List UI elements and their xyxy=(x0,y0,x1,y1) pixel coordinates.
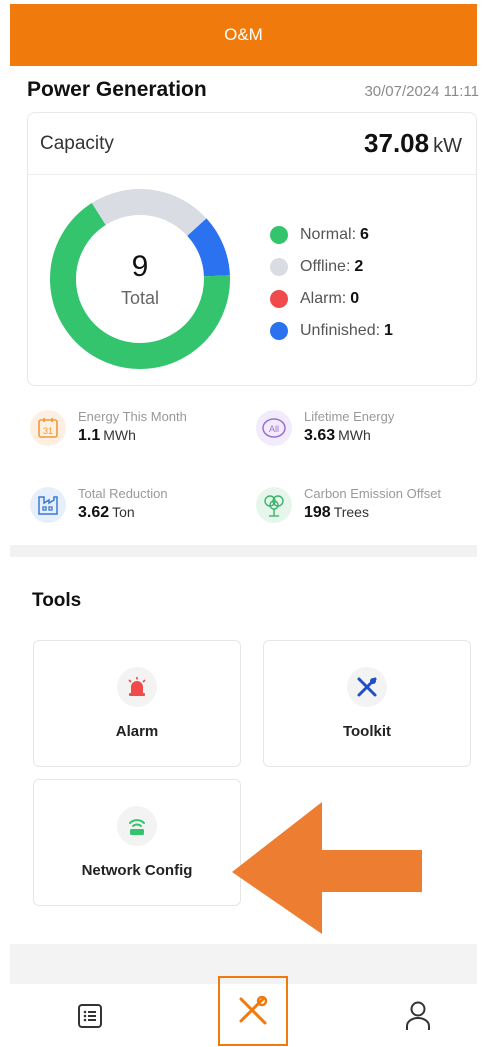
bottom-nav xyxy=(10,976,477,1047)
legend-unfinished-label: Unfinished: xyxy=(300,322,381,339)
nav-list-tab[interactable] xyxy=(60,984,120,1047)
alarm-dot xyxy=(270,290,288,308)
annotation-arrow xyxy=(232,802,422,934)
status-legend: Normal: 6 Offline: 2 Alarm: 0 Unfinished… xyxy=(270,219,393,347)
stat-carbon-label: Carbon Emission Offset xyxy=(304,486,442,501)
router-icon xyxy=(117,806,157,846)
nav-tools-tab[interactable] xyxy=(218,976,288,1046)
capacity-unit: kW xyxy=(433,135,462,157)
all-icon: All xyxy=(256,410,292,446)
power-generation-title: Power Generation xyxy=(27,78,207,101)
donut-center: 9 Total xyxy=(50,189,230,369)
normal-dot xyxy=(270,226,288,244)
legend-alarm-label: Alarm: xyxy=(300,290,347,307)
tools-title: Tools xyxy=(32,590,82,611)
stat-lifetime-label: Lifetime Energy xyxy=(304,409,395,424)
stat-energy-month-value: 1.1 MWh xyxy=(78,427,136,444)
stat-carbon-value: 198 Trees xyxy=(304,504,369,521)
power-generation-header: Power Generation 30/07/2024 11:11 xyxy=(27,78,479,102)
stat-energy-this-month: 31 Energy This Month 1.1 MWh xyxy=(30,408,187,446)
toolkit-tool-label: Toolkit xyxy=(342,723,392,740)
toolkit-icon xyxy=(347,667,387,707)
svg-text:All: All xyxy=(269,424,279,434)
legend-alarm-value: 0 xyxy=(350,290,360,307)
legend-normal-label: Normal: xyxy=(300,226,357,243)
capacity-value-group: 37.08 kW xyxy=(364,128,462,159)
nav-profile-tab[interactable] xyxy=(388,984,448,1047)
legend-unfinished-value: 1 xyxy=(384,322,393,339)
stat-reduction-label: Total Reduction xyxy=(78,486,168,501)
toolkit-tool-button[interactable]: Toolkit xyxy=(263,640,471,767)
svg-text:31: 31 xyxy=(43,426,53,436)
network-config-tool-label: Network Config xyxy=(81,862,193,879)
tree-icon xyxy=(256,487,292,523)
legend-normal-value: 6 xyxy=(360,226,369,243)
list-icon xyxy=(78,1003,102,1028)
total-count: 9 xyxy=(131,249,149,283)
app-header: O&M xyxy=(10,4,477,66)
legend-unfinished: Unfinished: 1 xyxy=(270,315,393,347)
legend-alarm: Alarm: 0 xyxy=(270,283,393,315)
legend-offline: Offline: 2 xyxy=(270,251,393,283)
alarm-tool-button[interactable]: Alarm xyxy=(33,640,241,767)
unfinished-dot xyxy=(270,322,288,340)
stat-energy-month-label: Energy This Month xyxy=(78,409,187,424)
offline-dot xyxy=(270,258,288,276)
power-generation-card[interactable]: Capacity 37.08 kW 9 Total Normal: 6 Offli… xyxy=(27,112,477,386)
capacity-label: Capacity xyxy=(40,132,114,154)
capacity-value: 37.08 xyxy=(364,128,430,158)
calendar-icon: 31 xyxy=(30,410,66,446)
stat-total-reduction: Total Reduction 3.62 Ton xyxy=(30,485,168,523)
header-title: O&M xyxy=(224,25,263,44)
factory-icon xyxy=(30,487,66,523)
update-timestamp: 30/07/2024 11:11 xyxy=(364,83,479,100)
legend-normal: Normal: 6 xyxy=(270,219,393,251)
section-divider xyxy=(10,545,477,557)
total-label: Total xyxy=(120,287,160,308)
user-icon xyxy=(406,1001,430,1030)
network-config-tool-button[interactable]: Network Config xyxy=(33,779,241,906)
stat-reduction-value: 3.62 Ton xyxy=(78,504,135,521)
legend-offline-value: 2 xyxy=(354,258,364,275)
capacity-row: Capacity 37.08 kW xyxy=(28,113,476,175)
legend-offline-label: Offline: xyxy=(300,258,351,275)
tools-icon xyxy=(239,995,268,1025)
stat-lifetime-value: 3.63 MWh xyxy=(304,427,371,444)
alarm-tool-label: Alarm xyxy=(115,723,159,740)
stat-carbon-offset: Carbon Emission Offset 198 Trees xyxy=(256,485,441,523)
alarm-icon xyxy=(117,667,157,707)
stat-lifetime-energy: All Lifetime Energy 3.63 MWh xyxy=(256,408,394,446)
